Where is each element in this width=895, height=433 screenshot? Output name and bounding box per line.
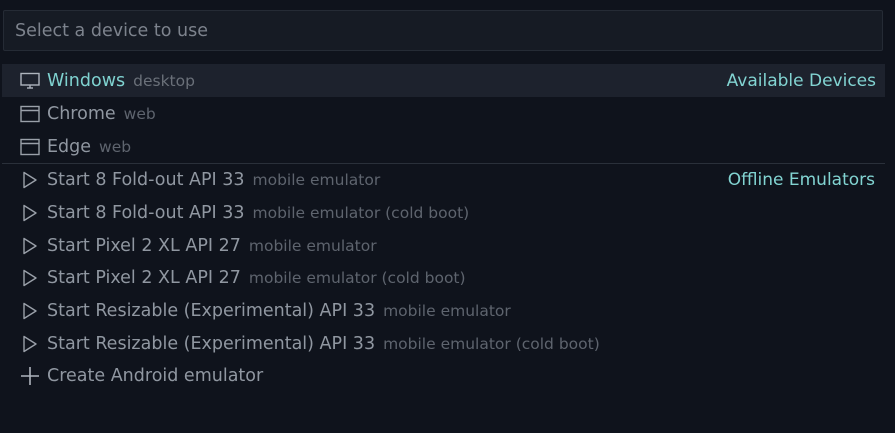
emulator-item[interactable]: Start 8 Fold-out API 33 mobile emulator … [0, 197, 895, 230]
emulator-type: mobile emulator [252, 171, 381, 190]
play-icon [19, 333, 41, 355]
device-item-windows[interactable]: Windows desktop Available Devices [2, 64, 885, 97]
browser-window-icon [19, 103, 41, 125]
device-item-edge[interactable]: Edge web [0, 130, 895, 163]
emulator-type: mobile emulator [383, 302, 511, 321]
emulator-item[interactable]: Start Pixel 2 XL API 27 mobile emulator … [0, 262, 895, 295]
emulator-label: Start Resizable (Experimental) API 33 [47, 333, 376, 354]
browser-window-icon [19, 136, 41, 158]
emulator-type: mobile emulator (cold boot) [252, 204, 470, 223]
device-type: web [123, 104, 156, 123]
emulator-label: Start 8 Fold-out API 33 [47, 203, 245, 224]
emulator-label: Start Pixel 2 XL API 27 [47, 268, 241, 289]
emulator-label: Start Resizable (Experimental) API 33 [47, 301, 376, 322]
emulator-type: mobile emulator (cold boot) [248, 269, 466, 288]
emulator-item[interactable]: Start Pixel 2 XL API 27 mobile emulator [0, 229, 895, 262]
play-icon [19, 202, 41, 224]
play-icon [19, 235, 41, 257]
emulator-type: mobile emulator [248, 236, 377, 255]
emulator-type: mobile emulator (cold boot) [383, 334, 600, 353]
emulator-item[interactable]: Start Resizable (Experimental) API 33 mo… [0, 295, 895, 328]
emulator-item[interactable]: Start 8 Fold-out API 33 mobile emulator … [0, 164, 895, 197]
emulator-label: Start 8 Fold-out API 33 [47, 170, 245, 191]
play-icon [19, 267, 41, 289]
play-icon [19, 300, 41, 322]
plus-icon [19, 365, 41, 387]
search-box [3, 10, 883, 51]
device-search-input[interactable] [4, 11, 882, 50]
device-label: Edge [47, 136, 92, 157]
group-label-available: Available Devices [726, 70, 876, 91]
emulator-label: Start Pixel 2 XL API 27 [47, 235, 241, 256]
play-icon [19, 169, 41, 191]
create-android-emulator-item[interactable]: Create Android emulator [0, 360, 895, 393]
device-item-chrome[interactable]: Chrome web [0, 97, 895, 130]
group-label-offline: Offline Emulators [727, 170, 875, 191]
device-label: Chrome [47, 103, 116, 124]
device-label: Windows [47, 70, 126, 91]
device-list: Windows desktop Available Devices Chrome… [0, 64, 895, 393]
create-emulator-label: Create Android emulator [47, 366, 264, 387]
monitor-icon [19, 70, 41, 92]
device-type: desktop [133, 71, 195, 90]
device-picker: Windows desktop Available Devices Chrome… [0, 0, 895, 433]
emulator-item[interactable]: Start Resizable (Experimental) API 33 mo… [0, 327, 895, 360]
device-type: web [99, 137, 132, 156]
